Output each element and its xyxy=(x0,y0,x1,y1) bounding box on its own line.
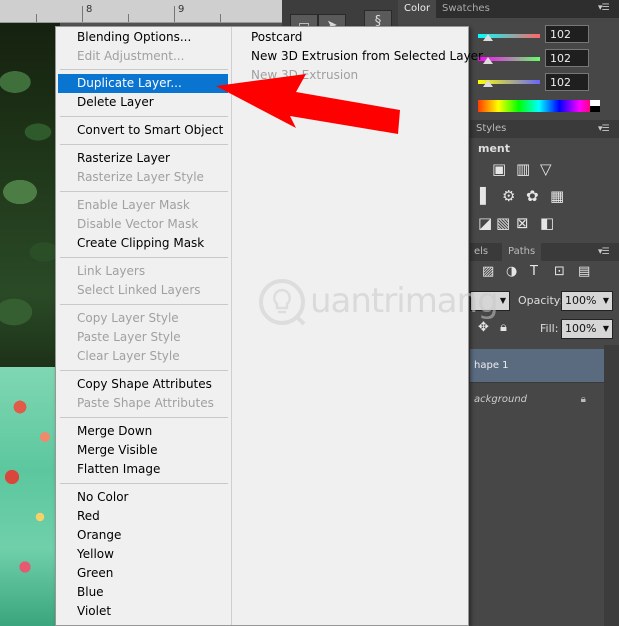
background-lock-icon: 🔒︎ xyxy=(580,394,586,405)
lock-icon[interactable]: 🔒︎ xyxy=(500,320,507,335)
layer-row-background[interactable]: ackground 🔒︎ xyxy=(470,382,604,416)
image-filter-icon[interactable]: ▨ xyxy=(482,264,494,279)
horizontal-ruler: 8 9 xyxy=(0,0,285,23)
menu-item-color-blue[interactable]: Blue xyxy=(58,583,228,602)
blue-value-field[interactable]: 102 xyxy=(545,73,589,91)
adjustments-label: ment xyxy=(478,142,511,155)
menu-item-color-orange[interactable]: Orange xyxy=(58,526,228,545)
blue-slider-thumb[interactable] xyxy=(483,80,493,87)
shape-filter-icon[interactable]: ⊡ xyxy=(554,264,565,279)
menu-separator xyxy=(60,116,228,117)
adjust-icon-1[interactable]: ▣ xyxy=(492,160,506,178)
menu-separator xyxy=(60,69,228,70)
menu-item-merge-visible[interactable]: Merge Visible xyxy=(58,441,228,460)
menu-item-copy-shape-attributes[interactable]: Copy Shape Attributes xyxy=(58,375,228,394)
layers-scrollbar[interactable] xyxy=(604,345,619,626)
color-panel-tabs: Color Swatches ▾☰ xyxy=(398,0,619,18)
adjust-icon-2[interactable]: ▥ xyxy=(516,160,530,178)
menu-separator xyxy=(60,370,228,371)
adjust-icon-9[interactable]: ▧ xyxy=(496,214,510,232)
menu-separator xyxy=(60,304,228,305)
canvas-photo-dress xyxy=(0,367,60,626)
menu-separator xyxy=(60,257,228,258)
menu-item-color-red[interactable]: Red xyxy=(58,507,228,526)
menu-item-clear-layer-style: Clear Layer Style xyxy=(77,349,180,363)
menu-item-rasterize-layer[interactable]: Rasterize Layer xyxy=(58,149,228,168)
menu-item-paste-layer-style: Paste Layer Style xyxy=(77,330,181,344)
tab-swatches[interactable]: Swatches xyxy=(436,0,496,18)
color-spectrum[interactable] xyxy=(478,100,600,112)
menu-item-edit-adjustment: Edit Adjustment... xyxy=(77,49,185,63)
opacity-field[interactable]: 100% ▼ xyxy=(561,291,613,311)
menu-item-select-linked-layers: Select Linked Layers xyxy=(77,283,201,297)
styles-panel-menu-icon[interactable]: ▾☰ xyxy=(598,120,610,138)
ruler-mark-8: 8 xyxy=(86,4,93,15)
menu-separator xyxy=(60,417,228,418)
layer-row-shape[interactable]: hape 1 xyxy=(470,349,604,383)
smart-object-filter-icon[interactable]: ▤ xyxy=(578,264,590,279)
triangle-icon[interactable]: ▽ xyxy=(540,160,552,178)
menu-item-disable-vector-mask: Disable Vector Mask xyxy=(77,217,199,231)
menu-separator xyxy=(60,191,228,192)
panel-menu-icon[interactable]: ▾☰ xyxy=(598,3,610,13)
styles-panel-header: Styles ▾☰ xyxy=(470,120,619,138)
menu-item-flatten-image[interactable]: Flatten Image xyxy=(58,460,228,479)
lightbulb-icon xyxy=(259,279,306,326)
menu-item-create-clipping-mask[interactable]: Create Clipping Mask xyxy=(58,234,228,253)
menu-item-blending-options[interactable]: Blending Options... xyxy=(58,28,228,47)
layers-panel-header: els Paths ▾☰ xyxy=(470,243,619,261)
adjust-icon-6[interactable]: ✿ xyxy=(526,187,539,205)
adjust-icon-10[interactable]: ⊠ xyxy=(516,214,529,232)
canvas-photo xyxy=(0,22,60,626)
menu-item-color-green[interactable]: Green xyxy=(58,564,228,583)
adjust-icon-4[interactable]: ▌ xyxy=(480,187,492,205)
tab-styles[interactable]: Styles xyxy=(476,120,506,138)
menu-item-color-none[interactable]: No Color xyxy=(58,488,228,507)
red-arrow-icon xyxy=(216,74,400,134)
ruler-mark-9: 9 xyxy=(178,4,185,15)
red-slider-thumb[interactable] xyxy=(483,34,493,41)
menu-item-merge-down[interactable]: Merge Down xyxy=(58,422,228,441)
menu-item-postcard[interactable]: Postcard xyxy=(232,28,466,47)
type-filter-icon[interactable]: T xyxy=(530,264,538,279)
adjust-icon-8[interactable]: ◪ xyxy=(478,214,492,232)
menu-item-duplicate-layer[interactable]: Duplicate Layer... xyxy=(58,74,228,93)
green-slider-thumb[interactable] xyxy=(483,57,493,64)
adjust-icon-5[interactable]: ⚙ xyxy=(502,187,515,205)
menu-separator xyxy=(60,483,228,484)
adjustment-filter-icon[interactable]: ◑ xyxy=(506,264,517,279)
red-value-field[interactable]: 102 xyxy=(545,25,589,43)
background-layer-name: ackground xyxy=(474,394,528,405)
tab-layers[interactable]: els xyxy=(474,243,488,261)
menu-item-link-layers: Link Layers xyxy=(77,264,146,278)
fill-field[interactable]: 100% ▼ xyxy=(561,319,613,339)
menu-item-rasterize-layer-style: Rasterize Layer Style xyxy=(77,170,204,184)
menu-item-color-violet[interactable]: Violet xyxy=(58,602,228,621)
opacity-label: Opacity: xyxy=(518,294,564,307)
menu-item-new-3d-extrusion-from-selected-layer[interactable]: New 3D Extrusion from Selected Layer xyxy=(232,47,483,66)
menu-item-convert-to-smart-object[interactable]: Convert to Smart Object xyxy=(58,121,228,140)
green-value-field[interactable]: 102 xyxy=(545,49,589,67)
tab-paths[interactable]: Paths xyxy=(502,243,542,261)
adjust-icon-11[interactable]: ◧ xyxy=(540,214,554,232)
tab-color[interactable]: Color xyxy=(398,0,437,18)
grid-icon[interactable]: ▦ xyxy=(550,187,564,205)
layers-panel-menu-icon[interactable]: ▾☰ xyxy=(598,243,610,261)
watermark-text: uantrimang xyxy=(310,281,499,321)
menu-item-color-yellow[interactable]: Yellow xyxy=(58,545,228,564)
fill-label: Fill: xyxy=(540,322,559,335)
menu-separator xyxy=(60,144,228,145)
menu-item-enable-layer-mask: Enable Layer Mask xyxy=(77,198,190,212)
menu-item-copy-layer-style: Copy Layer Style xyxy=(77,311,179,325)
watermark: uantrimang xyxy=(258,278,499,328)
menu-item-paste-shape-attributes: Paste Shape Attributes xyxy=(77,396,214,410)
menu-item-delete-layer[interactable]: Delete Layer xyxy=(58,93,228,112)
